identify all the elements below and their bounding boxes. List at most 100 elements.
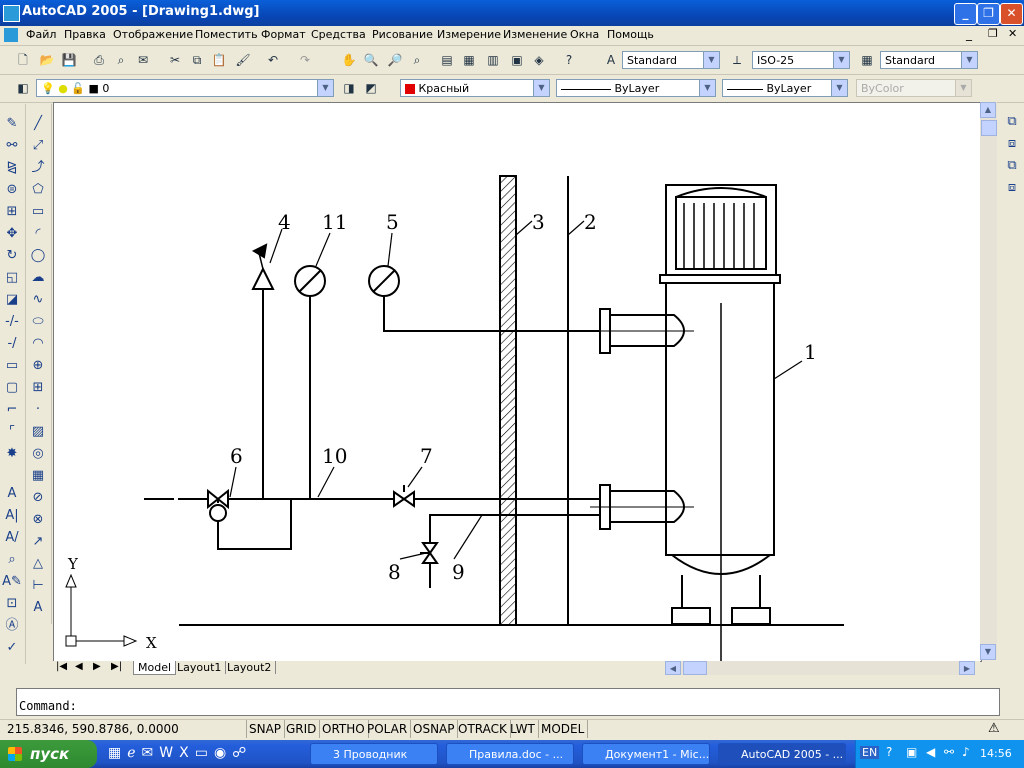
properties-icon[interactable]: ▤: [438, 51, 456, 69]
make-block-icon[interactable]: ⊞: [28, 378, 48, 398]
task-word-rules[interactable]: Правила.doc - ...: [446, 743, 574, 765]
spline-icon[interactable]: ∿: [28, 290, 48, 310]
doc-close-button[interactable]: ✕: [1008, 27, 1017, 40]
table-icon[interactable]: ▦: [28, 466, 48, 486]
explorer-icon[interactable]: ☍: [232, 745, 252, 761]
volume-icon[interactable]: ♪: [962, 745, 970, 759]
justify-text-icon[interactable]: Ⓐ: [2, 616, 22, 636]
arc-icon[interactable]: ◜: [28, 224, 48, 244]
desktop-icon[interactable]: ▦: [108, 745, 127, 761]
dim-angular-icon[interactable]: ↗: [28, 532, 48, 552]
publish-icon[interactable]: ✉: [134, 51, 152, 69]
menu-insert[interactable]: Поместить: [195, 28, 258, 41]
rectangle-icon[interactable]: ▭: [28, 202, 48, 222]
tab-model[interactable]: Model: [133, 661, 177, 675]
hatch-icon[interactable]: ▨: [28, 422, 48, 442]
ellipse-arc-icon[interactable]: ◠: [28, 334, 48, 354]
minimize-button[interactable]: _: [954, 3, 977, 25]
network-icon[interactable]: ⚯: [944, 745, 954, 759]
array-icon[interactable]: ⊞: [2, 202, 22, 222]
zoom-previous-icon[interactable]: ⌕: [408, 51, 426, 69]
polygon-icon[interactable]: ⬠: [28, 180, 48, 200]
join-icon[interactable]: ▢: [2, 378, 22, 398]
rotate-icon[interactable]: ↻: [2, 246, 22, 266]
sheet-set-icon[interactable]: ▣: [508, 51, 526, 69]
menu-help[interactable]: Помощь: [607, 28, 654, 41]
help-tray-icon[interactable]: ?: [886, 745, 892, 759]
layer-manager-icon[interactable]: ◧: [14, 79, 32, 97]
mirror-icon[interactable]: ⧎: [2, 158, 22, 178]
scroll-right-icon[interactable]: ▶: [959, 661, 975, 675]
dim-linear-icon[interactable]: ⊘: [28, 488, 48, 508]
task-explorer[interactable]: 3 Проводник: [310, 743, 438, 765]
dim-baseline-icon[interactable]: ⊢: [28, 576, 48, 596]
scroll-down-icon[interactable]: ▼: [980, 644, 996, 660]
point-icon[interactable]: ·: [28, 400, 48, 420]
grid-button[interactable]: GRID: [283, 720, 321, 738]
dim-style-icon[interactable]: ⟂: [728, 51, 746, 69]
tab-prev-icon[interactable]: ◀: [75, 661, 83, 672]
coordinates-display[interactable]: 215.8346, 590.8786, 0.0000: [4, 720, 247, 738]
circle-icon[interactable]: ◯: [28, 246, 48, 266]
vscroll-thumb[interactable]: [981, 120, 997, 136]
menu-modify[interactable]: Изменение: [503, 28, 567, 41]
line-icon[interactable]: ╱: [28, 114, 48, 134]
task-word-doc1[interactable]: Документ1 - Mic...: [582, 743, 710, 765]
doc-minimize-button[interactable]: _: [966, 27, 972, 41]
break-icon[interactable]: ▭: [2, 356, 22, 376]
save-icon[interactable]: 💾: [60, 51, 78, 69]
model-button[interactable]: MODEL: [538, 720, 589, 738]
spell-check-icon[interactable]: ✓: [2, 638, 22, 658]
excel-icon[interactable]: X: [179, 745, 195, 761]
erase-icon[interactable]: ✎: [2, 114, 22, 134]
ortho-button[interactable]: ORTHO: [319, 720, 369, 738]
vertical-scrollbar[interactable]: ▲ ▼: [980, 102, 997, 660]
menu-window[interactable]: Окна: [570, 28, 599, 41]
chamfer-icon[interactable]: ⌐: [2, 400, 22, 420]
close-button[interactable]: ✕: [1000, 3, 1023, 25]
scroll-up-icon[interactable]: ▲: [980, 102, 996, 118]
lineweight-select[interactable]: ByLayer ▼: [722, 79, 848, 97]
menu-format[interactable]: Формат: [261, 28, 306, 41]
clock[interactable]: 14:56: [980, 747, 1012, 760]
ie-icon[interactable]: ℯ: [127, 745, 141, 761]
multiline-text-draw-icon[interactable]: A: [28, 598, 48, 618]
tab-first-icon[interactable]: |◀: [56, 661, 67, 672]
menu-dimension[interactable]: Измерение: [437, 28, 501, 41]
scale-icon[interactable]: ◱: [2, 268, 22, 288]
undo-icon[interactable]: ↶: [264, 51, 282, 69]
explode-icon[interactable]: ✸: [2, 444, 22, 464]
cut-icon[interactable]: ✂: [166, 51, 184, 69]
tab-layout2[interactable]: Layout2: [223, 661, 277, 674]
move-icon[interactable]: ✥: [2, 224, 22, 244]
word-icon[interactable]: W: [159, 745, 179, 761]
document-icon[interactable]: [4, 28, 18, 42]
copy-object-icon[interactable]: ⚯: [2, 136, 22, 156]
stretch-icon[interactable]: ◪: [2, 290, 22, 310]
communication-center-icon[interactable]: ⚠: [988, 721, 1000, 736]
otrack-button[interactable]: OTRACK: [455, 720, 511, 738]
layer-freeze-icon[interactable]: ⧉: [1002, 156, 1022, 176]
lwt-button[interactable]: LWT: [507, 720, 539, 738]
find-text-icon[interactable]: ⌕: [2, 550, 22, 570]
layer-isolate-icon[interactable]: ⧈: [1002, 134, 1022, 154]
task-autocad[interactable]: AutoCAD 2005 - ...: [718, 743, 846, 765]
polyline-icon[interactable]: ⤴: [28, 158, 48, 178]
horizontal-scrollbar[interactable]: ◀ ▶: [665, 661, 975, 675]
osnap-button[interactable]: OSNAP: [410, 720, 459, 738]
outlook-icon[interactable]: ✉: [142, 745, 160, 761]
menu-view[interactable]: Отображение: [113, 28, 193, 41]
layer-previous-icon[interactable]: ◩: [362, 79, 380, 97]
open-icon[interactable]: 📂: [38, 51, 56, 69]
new-icon[interactable]: 🗋: [14, 51, 32, 69]
markup-icon[interactable]: ◈: [530, 51, 548, 69]
tray-collapse-icon[interactable]: ◀: [926, 745, 935, 759]
table-style-icon[interactable]: ▦: [858, 51, 876, 69]
layer-select[interactable]: 💡 ● 🔓 ■ 0 ▼: [36, 79, 334, 97]
menu-draw[interactable]: Рисование: [372, 28, 433, 41]
tab-last-icon[interactable]: ▶|: [111, 661, 122, 672]
text-style-icon[interactable]: A: [602, 51, 620, 69]
region-icon[interactable]: ◎: [28, 444, 48, 464]
snap-button[interactable]: SNAP: [246, 720, 286, 738]
single-line-text-icon[interactable]: A|: [2, 506, 22, 526]
